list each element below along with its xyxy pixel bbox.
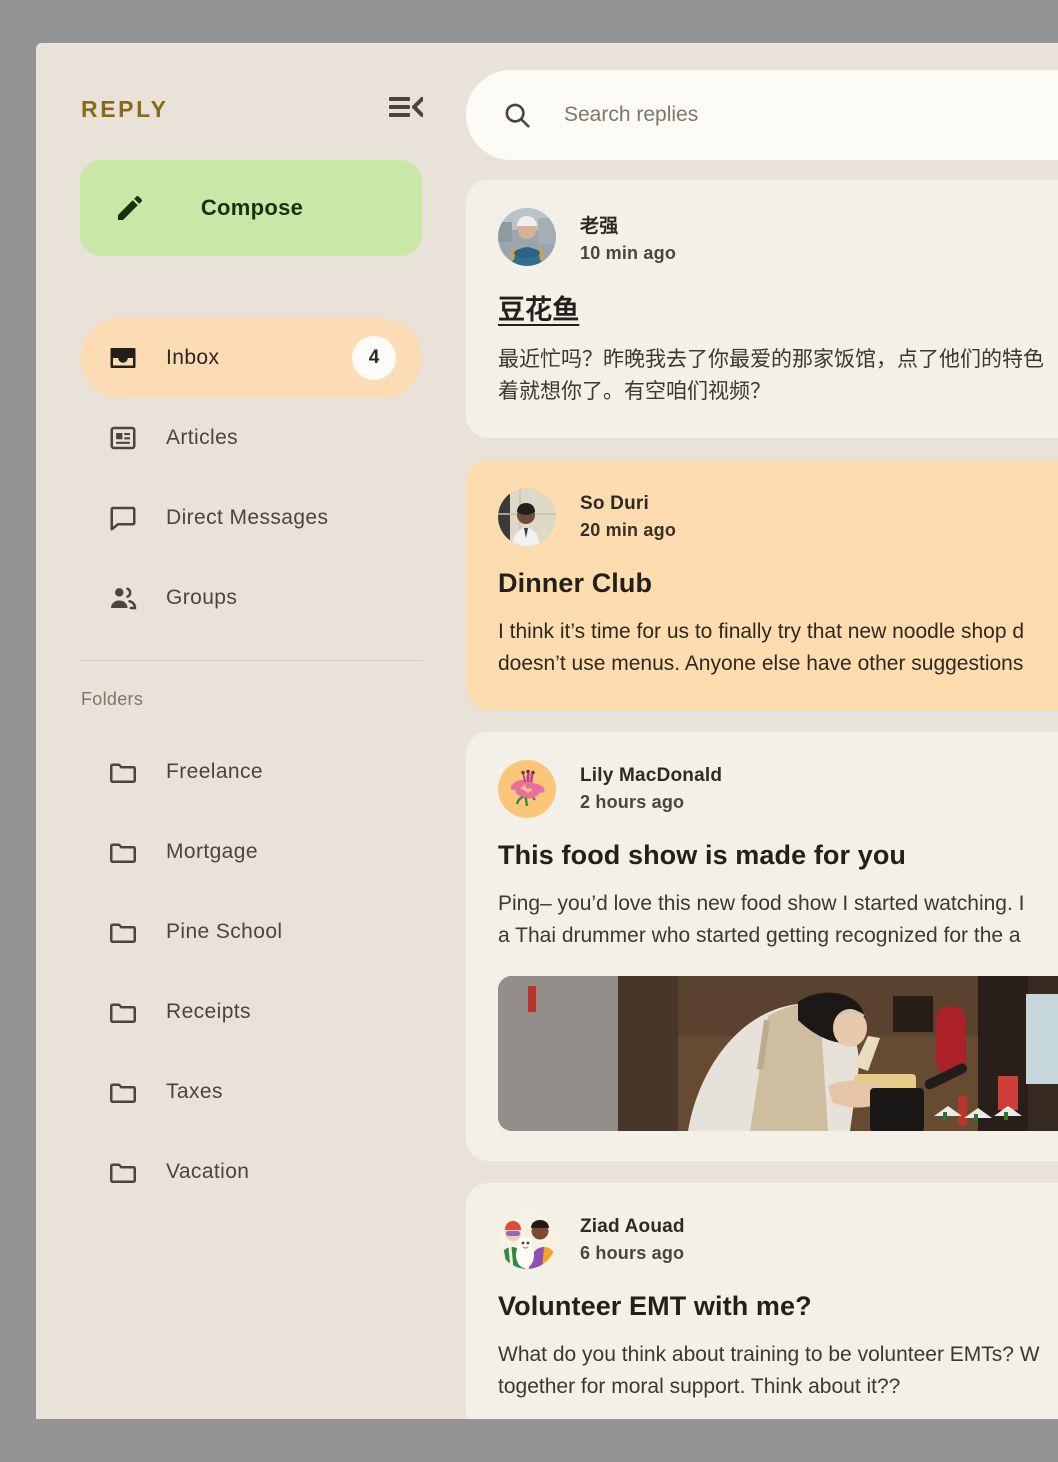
message-card[interactable]: So Duri 20 min ago Dinner Club I think i…	[466, 460, 1058, 710]
avatar	[498, 760, 556, 818]
app-window: REPLY Compose Inbox 4 Articles Direct Me…	[36, 43, 1058, 1419]
sender-name: 老强	[580, 215, 619, 237]
message-preview: Ping– you’d love this new food show I st…	[498, 888, 1058, 952]
message-timestamp: 6 hours ago	[580, 1243, 685, 1263]
sidebar-item-inbox[interactable]: Inbox 4	[80, 318, 422, 398]
folder-icon	[106, 1157, 140, 1187]
sidebar-item-articles[interactable]: Articles	[80, 398, 422, 478]
message-card[interactable]: Lily MacDonald 2 hours ago This food sho…	[466, 732, 1058, 1161]
chat-bubble-icon	[106, 503, 140, 533]
folder-icon	[106, 997, 140, 1027]
sidebar-item-groups[interactable]: Groups	[80, 558, 422, 638]
sidebar-header: REPLY	[58, 70, 444, 148]
folder-list: Freelance Mortgage Pine School Receipts	[58, 732, 444, 1212]
search-input[interactable]	[564, 103, 1004, 127]
message-subject: Volunteer EMT with me?	[498, 1291, 812, 1321]
message-preview-line: a Thai drummer who started getting recog…	[498, 924, 1021, 947]
compose-button-label: Compose	[200, 195, 304, 220]
folder-icon	[106, 1077, 140, 1107]
message-preview: 最近忙吗？昨晚我去了你最爱的那家饭馆，点了他们的特色 着就想你了。有空咱们视频？	[498, 344, 1058, 408]
avatar	[498, 208, 556, 266]
sender-name: Ziad Aouad	[580, 1216, 685, 1237]
sender-name: So Duri	[580, 493, 649, 514]
message-preview-line: Ping– you’d love this new food show I st…	[498, 892, 1025, 915]
primary-nav: Inbox 4 Articles Direct Messages Groups	[58, 318, 444, 638]
message-preview-line: together for moral support. Think about …	[498, 1375, 901, 1398]
folder-icon	[106, 917, 140, 947]
message-preview: What do you think about training to be v…	[498, 1339, 1058, 1403]
message-card[interactable]: 老强 10 min ago 豆花鱼 最近忙吗？昨晚我去了你最爱的那家饭馆，点了他…	[466, 180, 1058, 438]
compose-button[interactable]: Compose	[80, 160, 422, 256]
message-subject: 豆花鱼	[498, 295, 580, 325]
folder-label: Taxes	[166, 1080, 223, 1103]
sidebar-folder-freelance[interactable]: Freelance	[80, 732, 422, 812]
folders-section-label: Folders	[81, 689, 144, 709]
article-icon	[106, 423, 140, 453]
folder-label: Freelance	[166, 760, 263, 783]
sidebar-folder-vacation[interactable]: Vacation	[80, 1132, 422, 1212]
message-preview-line: doesn’t use menus. Anyone else have othe…	[498, 652, 1024, 675]
folder-icon	[106, 757, 140, 787]
folder-label: Vacation	[166, 1160, 250, 1183]
sender-block: 老强 10 min ago	[580, 211, 676, 264]
sidebar-folder-pine-school[interactable]: Pine School	[80, 892, 422, 972]
message-card-header: 老强 10 min ago	[498, 208, 1058, 266]
message-preview-line: What do you think about training to be v…	[498, 1343, 1040, 1366]
navigation-sidebar: REPLY Compose Inbox 4 Articles Direct Me…	[36, 43, 466, 1419]
message-card-header: Ziad Aouad 6 hours ago	[498, 1211, 1058, 1269]
avatar	[498, 488, 556, 546]
sidebar-folder-mortgage[interactable]: Mortgage	[80, 812, 422, 892]
message-preview-line: 最近忙吗？昨晚我去了你最爱的那家饭馆，点了他们的特色	[498, 348, 1044, 371]
message-preview-line: 着就想你了。有空咱们视频？	[498, 380, 771, 403]
message-card-header: Lily MacDonald 2 hours ago	[498, 760, 1058, 818]
avatar	[498, 1211, 556, 1269]
message-subject: This food show is made for you	[498, 840, 907, 870]
sender-block: Ziad Aouad 6 hours ago	[580, 1216, 685, 1264]
sidebar-item-label: Direct Messages	[166, 506, 329, 529]
people-icon	[106, 583, 140, 613]
message-card[interactable]: Ziad Aouad 6 hours ago Volunteer EMT wit…	[466, 1183, 1058, 1419]
inbox-unread-badge: 4	[352, 336, 396, 380]
menu-open-icon[interactable]	[389, 95, 424, 124]
inbox-icon	[106, 343, 140, 373]
message-timestamp: 10 min ago	[580, 242, 677, 263]
message-preview: I think it’s time for us to finally try …	[498, 616, 1058, 680]
sender-block: Lily MacDonald 2 hours ago	[580, 765, 722, 813]
search-icon	[502, 100, 532, 130]
message-preview-line: I think it’s time for us to finally try …	[498, 620, 1025, 643]
sender-block: So Duri 20 min ago	[580, 493, 676, 541]
message-timestamp: 2 hours ago	[580, 792, 685, 812]
sidebar-divider	[80, 660, 422, 661]
search-bar[interactable]	[466, 70, 1058, 160]
sidebar-folder-taxes[interactable]: Taxes	[80, 1052, 422, 1132]
folder-label: Pine School	[166, 920, 283, 943]
sidebar-item-label: Groups	[166, 586, 238, 609]
pencil-icon	[114, 192, 146, 224]
sidebar-folder-receipts[interactable]: Receipts	[80, 972, 422, 1052]
folder-icon	[106, 837, 140, 867]
app-brand-title: REPLY	[81, 95, 169, 122]
sender-name: Lily MacDonald	[580, 765, 723, 786]
message-attachment-image	[498, 976, 1058, 1131]
message-card-list: 老强 10 min ago 豆花鱼 最近忙吗？昨晚我去了你最爱的那家饭馆，点了他…	[466, 180, 1058, 1419]
folder-label: Receipts	[166, 1000, 251, 1023]
folder-label: Mortgage	[166, 840, 258, 863]
sidebar-item-label: Articles	[166, 426, 239, 449]
message-card-header: So Duri 20 min ago	[498, 488, 1058, 546]
sidebar-item-direct-messages[interactable]: Direct Messages	[80, 478, 422, 558]
sidebar-item-label: Inbox	[166, 346, 220, 369]
message-subject: Dinner Club	[498, 568, 653, 598]
message-list-pane: 老强 10 min ago 豆花鱼 最近忙吗？昨晚我去了你最爱的那家饭馆，点了他…	[466, 43, 1058, 1419]
message-timestamp: 20 min ago	[580, 520, 677, 540]
